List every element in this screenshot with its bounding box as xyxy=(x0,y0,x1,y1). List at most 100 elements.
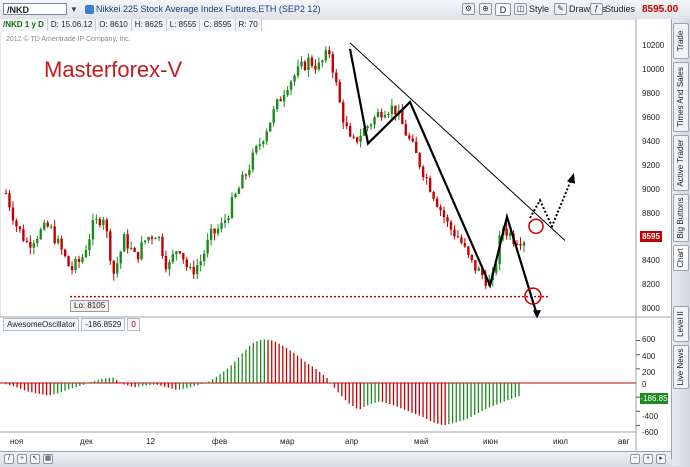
candle-body xyxy=(136,251,140,260)
cursor-icon[interactable]: ↖ xyxy=(30,454,40,464)
candle-body xyxy=(105,219,109,232)
studies-icon[interactable]: ƒ xyxy=(590,3,603,15)
infobar-symbol: /NKD 1 y D xyxy=(0,19,48,31)
candle-body xyxy=(202,253,206,262)
crosshair-icon[interactable]: + xyxy=(17,454,27,464)
candle-body xyxy=(244,174,248,176)
candle-body xyxy=(248,169,251,176)
copyright-text: 2012 © TD Ameritrade IP Company, Inc. xyxy=(6,36,131,43)
candle-body xyxy=(394,105,397,115)
candle-body xyxy=(143,240,147,243)
candle-body xyxy=(161,236,164,256)
x-tick-label: авг xyxy=(618,437,630,446)
sidebar-tab-times-and-sales[interactable]: Times And Sales xyxy=(673,62,689,132)
candle-body xyxy=(91,220,95,240)
candle-body xyxy=(36,238,39,244)
candle-body xyxy=(293,75,296,82)
candle-body xyxy=(286,89,289,96)
candle-body xyxy=(230,197,234,219)
candle-body xyxy=(352,136,355,138)
sidebar-tab-label: Live News xyxy=(676,348,685,386)
y-tick-label: 8800 xyxy=(642,209,660,218)
scroll-icon[interactable]: ▸ xyxy=(656,454,666,464)
candle-body xyxy=(328,50,331,55)
x-tick-label: дек xyxy=(80,437,93,446)
infobar-high: H: 8625 xyxy=(131,19,167,31)
zoom-icon[interactable]: ⊕ xyxy=(479,3,492,15)
y-tick-label: 9600 xyxy=(642,113,660,122)
candle-body xyxy=(275,99,279,110)
candle-body xyxy=(154,238,157,240)
y-tick-label: 10000 xyxy=(642,65,665,74)
sidebar-tab-label: Times And Sales xyxy=(676,67,685,127)
x-tick-label: 12 xyxy=(146,437,155,446)
candle-body xyxy=(241,174,244,189)
candle-body xyxy=(376,111,380,118)
instrument-icon xyxy=(85,5,94,14)
candle-body xyxy=(67,256,70,267)
zoom-in-icon[interactable]: + xyxy=(643,454,653,464)
infobar-date: D: 15.06.12 xyxy=(47,19,97,31)
candle-body xyxy=(126,234,129,249)
candle-body xyxy=(307,57,310,71)
highlight-circle xyxy=(528,218,544,235)
studies-button[interactable]: Studies xyxy=(605,3,635,16)
sidebar-tab-label: Big Buttons xyxy=(676,197,685,239)
candle-body xyxy=(140,242,143,260)
aggregation-button[interactable]: D xyxy=(495,3,511,16)
candle-body xyxy=(415,141,418,154)
candle-body xyxy=(39,229,42,239)
candle-body xyxy=(453,229,456,237)
y-tick-label: 8000 xyxy=(642,304,660,313)
sidebar-tab-chart[interactable]: Chart xyxy=(673,245,689,271)
candle-body xyxy=(425,177,428,179)
candle-body xyxy=(185,259,188,268)
style-button[interactable]: Style xyxy=(529,3,549,16)
candle-body xyxy=(383,115,387,118)
candle-body xyxy=(81,257,84,262)
candle-body xyxy=(171,254,175,262)
candle-body xyxy=(251,152,255,170)
chevron-down-icon[interactable]: ▼ xyxy=(69,4,79,15)
drawings-icon[interactable]: ✎ xyxy=(554,3,567,15)
sidebar-tab-level-ii[interactable]: Level II xyxy=(673,306,689,342)
grid-icon[interactable]: ▦ xyxy=(43,454,53,464)
candle-body xyxy=(262,141,265,145)
candle-body xyxy=(157,236,161,239)
settings-icon[interactable]: ⚙ xyxy=(462,3,475,15)
zoom-out-icon[interactable]: − xyxy=(630,454,640,464)
drawing-icon[interactable]: / xyxy=(4,454,14,464)
candle-body xyxy=(196,265,199,275)
candle-body xyxy=(435,198,439,207)
infobar-range: R: 70 xyxy=(235,19,262,31)
candle-body xyxy=(182,253,185,260)
candle-body xyxy=(147,237,150,241)
candle-body xyxy=(29,241,32,248)
sidebar-tab-active-trader[interactable]: Active Trader xyxy=(673,135,689,191)
sidebar-tab-live-news[interactable]: Live News xyxy=(673,345,689,389)
candle-body xyxy=(296,66,300,76)
candle-body xyxy=(380,111,383,118)
chart-canvas[interactable] xyxy=(0,18,671,459)
candle-body xyxy=(335,72,338,83)
candle-body xyxy=(22,229,25,241)
candle-body xyxy=(192,266,195,275)
osc-tick-label: 200 xyxy=(642,368,656,377)
candle-body xyxy=(60,238,63,250)
oscillator-name[interactable]: AwesomeOscillator xyxy=(3,318,80,331)
sidebar-tab-trade[interactable]: Trade xyxy=(673,23,689,59)
candle-body xyxy=(467,246,470,255)
candle-body xyxy=(133,247,136,252)
candle-body xyxy=(428,178,432,192)
candle-body xyxy=(331,54,334,73)
style-icon[interactable]: ◫ xyxy=(514,3,527,15)
right-sidebar: Trade Times And Sales Active Trader Big … xyxy=(672,19,690,466)
chart-area[interactable] xyxy=(0,18,672,459)
candle-body xyxy=(84,250,88,258)
candle-body xyxy=(338,82,341,103)
candle-body xyxy=(369,124,373,127)
sidebar-tab-big-buttons[interactable]: Big Buttons xyxy=(673,194,689,242)
oscillator-value: -186.8529 xyxy=(81,318,126,331)
y-tick-label: 9000 xyxy=(642,185,660,194)
symbol-input[interactable]: /NKD xyxy=(3,3,67,15)
